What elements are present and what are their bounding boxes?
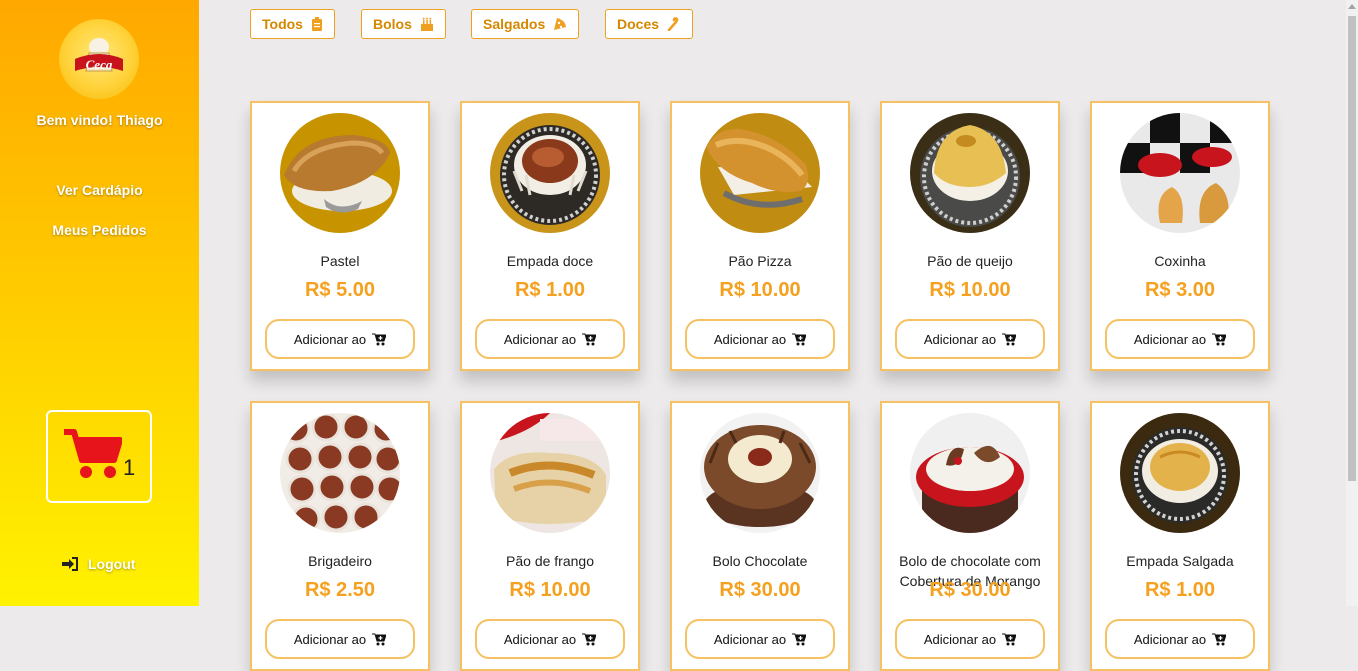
- add-to-cart-label: Adicionar ao: [713, 331, 787, 347]
- product-photo: [490, 113, 610, 233]
- product-price: R$ 30.00: [719, 579, 801, 601]
- cart-plus-icon: [582, 633, 597, 645]
- product-card: Bolo Chocolate R$ 30.00 Adicionar ao: [670, 401, 850, 671]
- product-photo: [280, 113, 400, 233]
- scrollbar-thumb[interactable]: [1348, 16, 1356, 481]
- product-name: Pastel: [320, 253, 360, 269]
- product-photo: [280, 413, 400, 533]
- product-card: Bolo de chocolate com Cobertura de Moran…: [880, 401, 1060, 671]
- product-price: R$ 10.00: [509, 579, 591, 601]
- product-name: Empada doce: [506, 253, 594, 269]
- filter-label: Todos: [262, 16, 303, 32]
- cart-plus-icon: [582, 333, 597, 345]
- product-photo: [700, 113, 820, 233]
- page-scrollbar[interactable]: [1346, 0, 1358, 606]
- product-card: Brigadeiro R$ 2.50 Adicionar ao: [250, 401, 430, 671]
- product-name: Pão de queijo: [927, 253, 1013, 269]
- filter-label: Bolos: [373, 16, 412, 32]
- product-name: Pão Pizza: [728, 253, 792, 269]
- cart-plus-icon: [1212, 333, 1227, 345]
- product-name: Bolo Chocolate: [712, 553, 808, 569]
- product-price: R$ 10.00: [719, 279, 801, 301]
- add-to-cart-button[interactable]: Adicionar ao: [895, 619, 1045, 659]
- product-photo: [1120, 413, 1240, 533]
- add-to-cart-button[interactable]: Adicionar ao: [265, 619, 415, 659]
- add-to-cart-label: Adicionar ao: [923, 631, 997, 647]
- add-to-cart-label: Adicionar ao: [1133, 331, 1207, 347]
- add-to-cart-label: Adicionar ao: [503, 331, 577, 347]
- cart-plus-icon: [792, 633, 807, 645]
- product-photo: [910, 113, 1030, 233]
- add-to-cart-label: Adicionar ao: [923, 331, 997, 347]
- clipboard-icon: [311, 17, 322, 31]
- welcome-message: Bem vindo! Thiago: [36, 112, 163, 128]
- product-price: R$ 30.00: [929, 579, 1011, 601]
- product-photo: [700, 413, 820, 533]
- product-card: Empada doce R$ 1.00 Adicionar ao: [460, 101, 640, 371]
- product-card: Pão de queijo R$ 10.00 Adicionar ao: [880, 101, 1060, 371]
- product-card: Empada Salgada R$ 1.00 Adicionar ao: [1090, 401, 1270, 671]
- add-to-cart-button[interactable]: Adicionar ao: [685, 619, 835, 659]
- cart-plus-icon: [1212, 633, 1227, 645]
- product-photo: [910, 413, 1030, 533]
- product-photo: [1120, 113, 1240, 233]
- add-to-cart-label: Adicionar ao: [713, 631, 787, 647]
- filter-label: Salgados: [483, 16, 546, 32]
- cart-count: 1: [123, 455, 136, 480]
- add-to-cart-label: Adicionar ao: [293, 331, 367, 347]
- cart-plus-icon: [1002, 333, 1017, 345]
- product-price: R$ 2.50: [304, 579, 376, 601]
- product-name: Pão de frango: [506, 553, 594, 569]
- svg-text:Ceca: Ceca: [86, 57, 113, 72]
- add-to-cart-button[interactable]: Adicionar ao: [685, 319, 835, 359]
- nav-meus-pedidos[interactable]: Meus Pedidos: [0, 222, 199, 238]
- product-price: R$ 5.00: [304, 279, 376, 301]
- product-card: Pastel R$ 5.00 Adicionar ao: [250, 101, 430, 371]
- sign-in-icon: [62, 557, 78, 571]
- add-to-cart-button[interactable]: Adicionar ao: [475, 319, 625, 359]
- nav-ver-cardapio[interactable]: Ver Cardápio: [0, 182, 199, 198]
- product-price: R$ 3.00: [1144, 279, 1216, 301]
- add-to-cart-button[interactable]: Adicionar ao: [895, 319, 1045, 359]
- product-price: R$ 10.00: [929, 279, 1011, 301]
- shopping-cart-icon: [64, 429, 122, 478]
- cart-button[interactable]: 1: [46, 410, 152, 503]
- filter-bolos-button[interactable]: Bolos: [361, 9, 446, 39]
- birthday-cake-icon: [420, 17, 433, 31]
- filter-doces-button[interactable]: Doces: [605, 9, 694, 39]
- cart-plus-icon: [372, 333, 387, 345]
- product-name: Empada Salgada: [1126, 553, 1234, 569]
- candy-cane-icon: [667, 17, 679, 31]
- sidebar: Ceca Bem vindo! Thiago Ver Cardápio Meus…: [0, 0, 199, 606]
- add-to-cart-label: Adicionar ao: [293, 631, 367, 647]
- cart-plus-icon: [372, 633, 387, 645]
- add-to-cart-label: Adicionar ao: [503, 631, 577, 647]
- add-to-cart-button[interactable]: Adicionar ao: [475, 619, 625, 659]
- product-card: Pão de frango R$ 10.00 Adicionar ao: [460, 401, 640, 671]
- product-price: R$ 1.00: [514, 279, 586, 301]
- scroll-up-arrow-icon[interactable]: [1348, 4, 1356, 9]
- filter-todos-button[interactable]: Todos: [250, 9, 335, 39]
- add-to-cart-label: Adicionar ao: [1133, 631, 1207, 647]
- logout-button[interactable]: Logout: [62, 556, 135, 572]
- filter-salgados-button[interactable]: Salgados: [471, 9, 580, 39]
- product-card: Coxinha R$ 3.00 Adicionar ao: [1090, 101, 1270, 371]
- cart-plus-icon: [1002, 633, 1017, 645]
- logout-label: Logout: [88, 556, 136, 572]
- add-to-cart-button[interactable]: Adicionar ao: [265, 319, 415, 359]
- add-to-cart-button[interactable]: Adicionar ao: [1105, 319, 1255, 359]
- product-card: Pão Pizza R$ 10.00 Adicionar ao: [670, 101, 850, 371]
- product-photo: [490, 413, 610, 533]
- add-to-cart-button[interactable]: Adicionar ao: [1105, 619, 1255, 659]
- brand-logo: Ceca: [59, 19, 139, 99]
- pizza-slice-icon: [554, 18, 567, 30]
- product-name: Coxinha: [1154, 253, 1206, 269]
- product-name: Brigadeiro: [308, 553, 372, 569]
- filter-label: Doces: [617, 16, 660, 32]
- cart-plus-icon: [792, 333, 807, 345]
- product-price: R$ 1.00: [1144, 579, 1216, 601]
